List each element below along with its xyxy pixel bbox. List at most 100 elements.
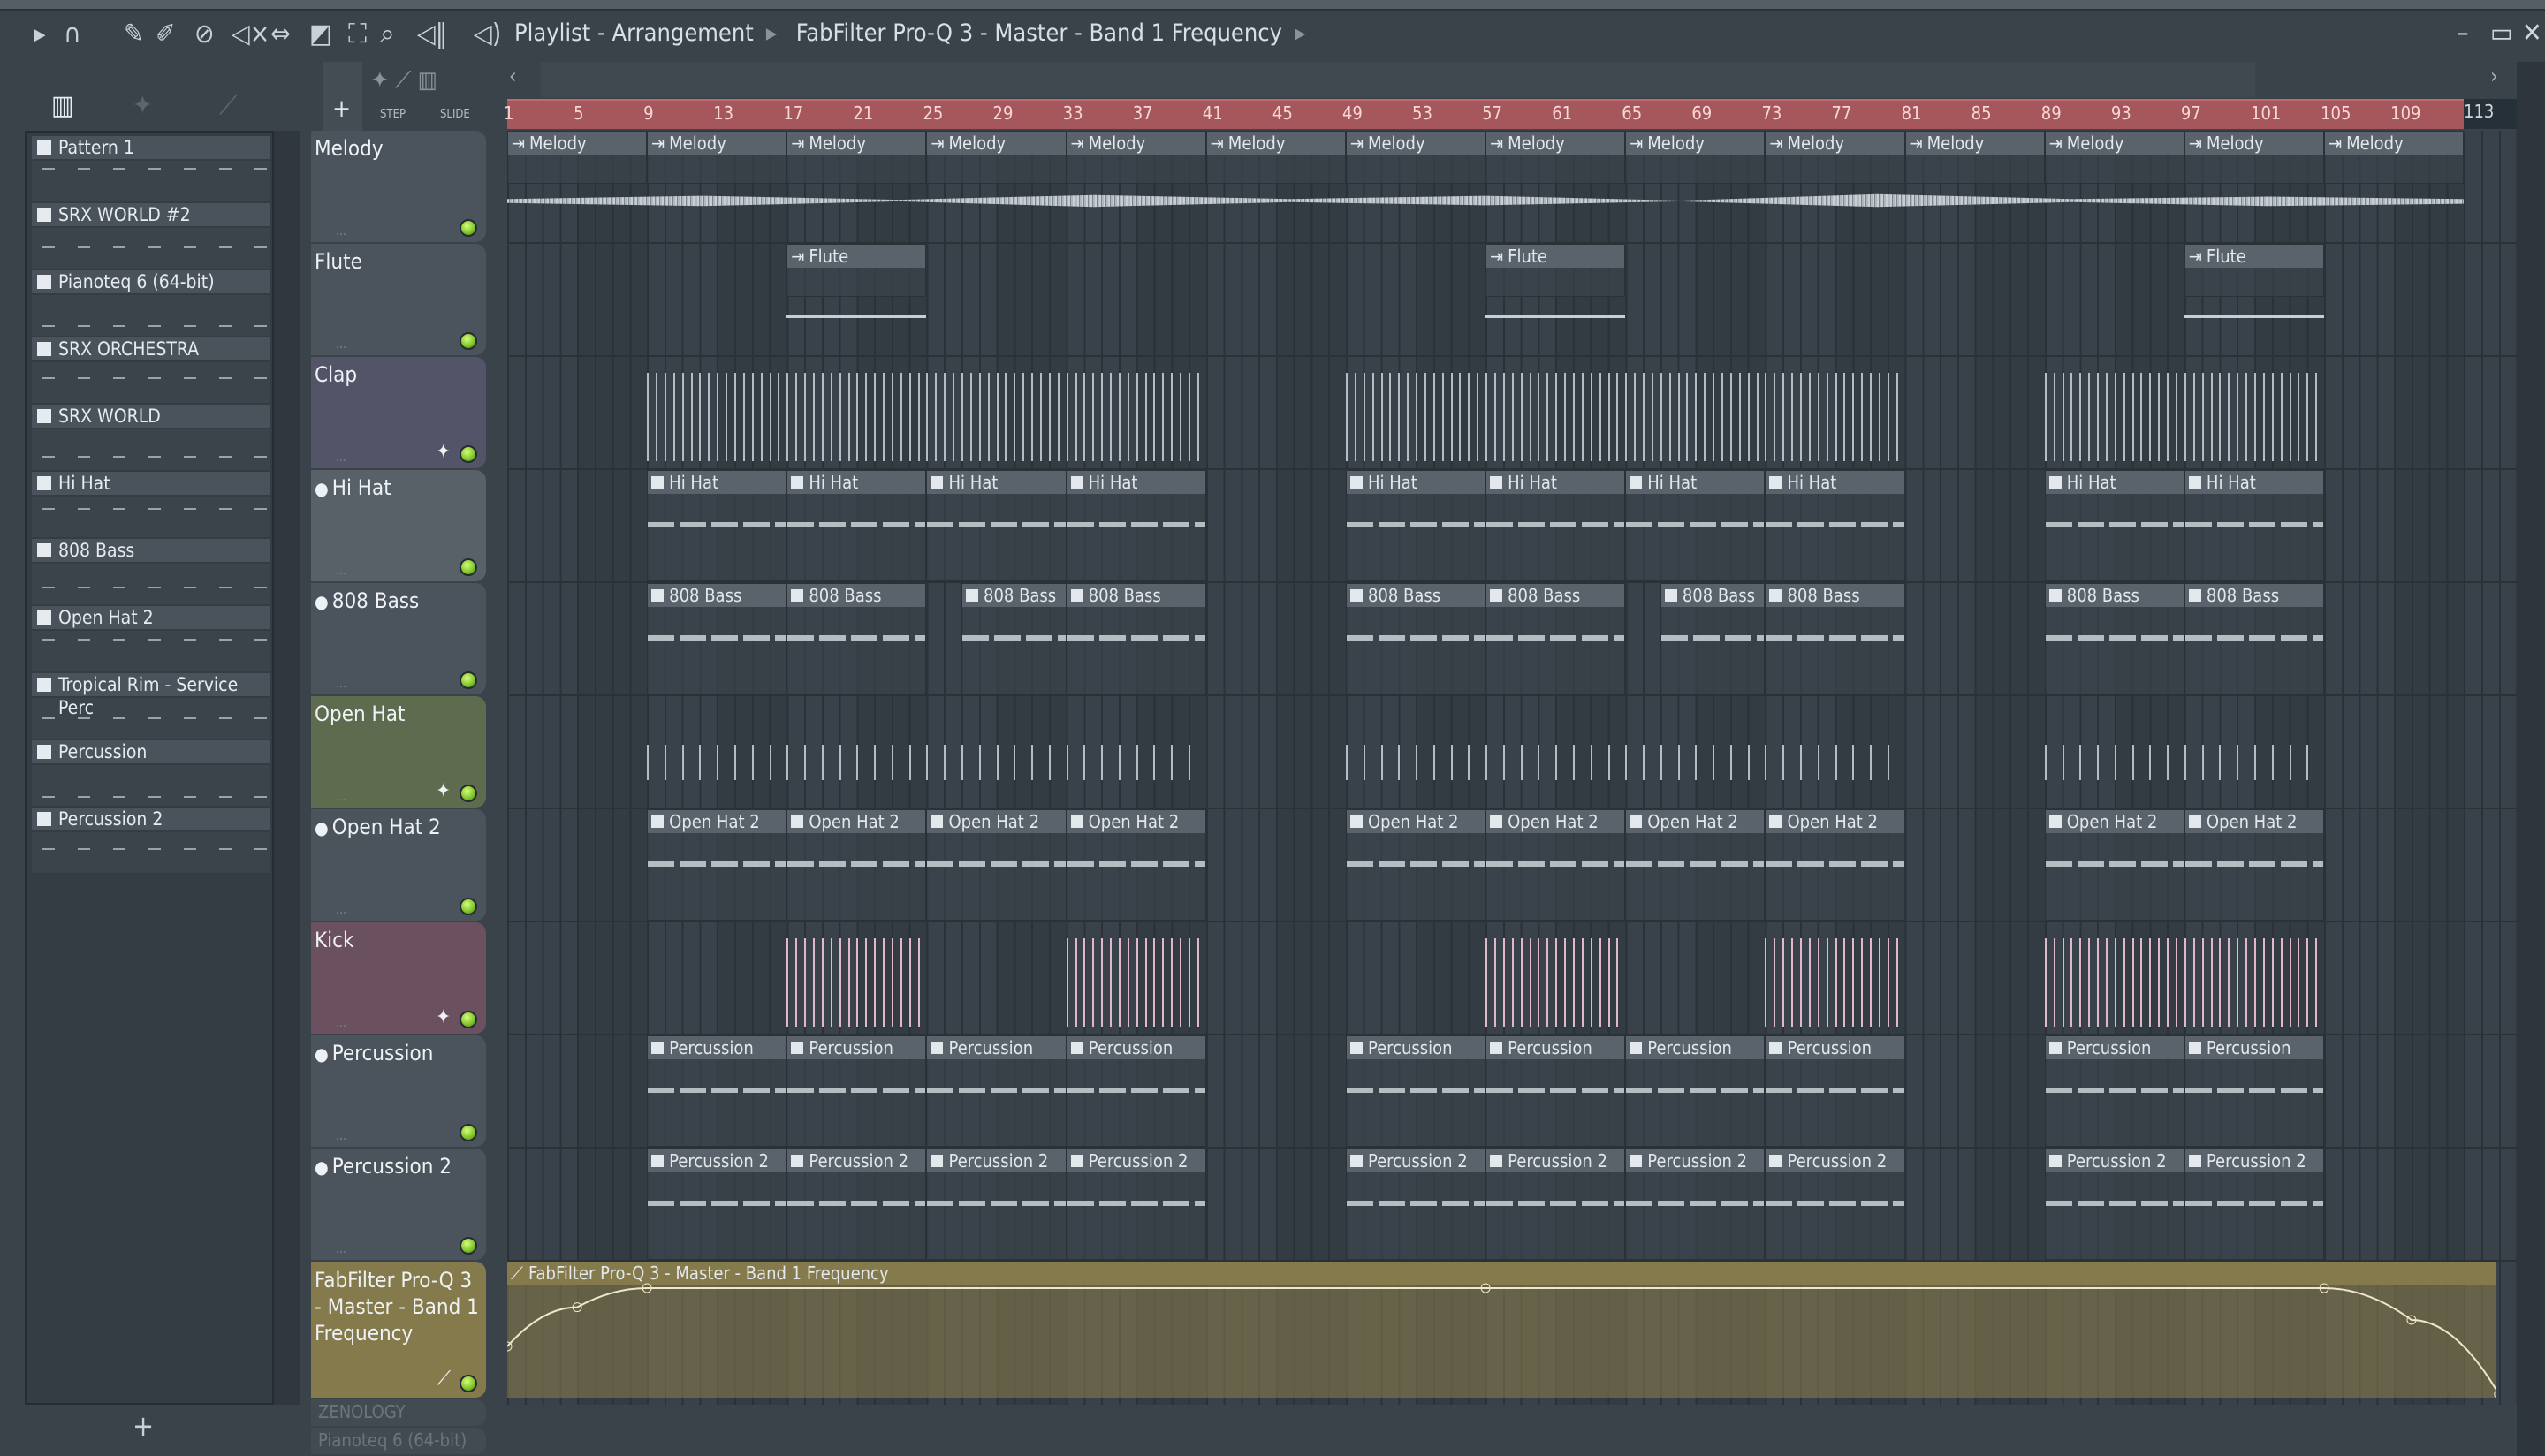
clip-header[interactable]: Open Hat 2 [1067,810,1205,833]
pattern-clip[interactable]: Open Hat 2 [786,809,927,921]
zoom-icon[interactable]: ⌕ [380,21,395,48]
select-icon[interactable]: ⛶ [348,21,367,48]
delete-icon[interactable]: ⊘ [194,21,215,48]
pattern-clip[interactable]: 808 Bass [1765,583,1905,694]
audio-clip[interactable]: ⇥ Melody [1765,131,1905,184]
track-enable-led[interactable] [460,898,477,915]
pattern-header[interactable]: SRX WORLD [32,405,270,428]
pattern-clip[interactable]: Percussion 2 [1345,1149,1486,1260]
close-button[interactable]: ✕ [2522,18,2542,49]
clip-header[interactable]: Open Hat 2 [927,810,1066,833]
clip-header[interactable]: 808 Bass [1660,584,1765,607]
pattern-clip[interactable]: 808 Bass [647,583,787,694]
clip-header[interactable]: Percussion 2 [1486,1149,1625,1172]
pattern-clip[interactable]: 808 Bass [1345,583,1486,694]
pattern-clip[interactable]: Hi Hat [1485,470,1626,581]
clip-header[interactable]: ⇥ Melody [927,132,1066,155]
track-enable-led[interactable] [460,445,477,463]
clip-header[interactable]: 808 Bass [962,584,1066,607]
track-enable-led[interactable] [460,1237,477,1255]
clip-header[interactable]: ⇥ Melody [648,132,786,155]
clip-header[interactable]: Open Hat 2 [1346,810,1485,833]
pattern-clip[interactable]: Percussion 2 [2044,1149,2184,1260]
breadcrumb-playlist[interactable]: Playlist - Arrangement [514,19,754,47]
audio-clip[interactable]: ⇥ Melody [647,131,787,184]
audio-clip[interactable]: ⇥ Melody [1066,131,1206,184]
pattern-item[interactable]: Pattern 1 [32,136,270,201]
pattern-clip[interactable]: Open Hat 2 [1066,809,1206,921]
clip-header[interactable]: ⇥ Melody [1346,132,1485,155]
clip-header[interactable]: ⇥ Melody [1766,132,1904,155]
clip-header[interactable]: Open Hat 2 [2045,810,2184,833]
track-grip[interactable]: ... [336,1129,346,1143]
pattern-clip[interactable]: 808 Bass [2184,583,2325,694]
pattern-clip[interactable]: Hi Hat [1345,470,1486,581]
pattern-header[interactable]: Tropical Rim - Service Perc [32,673,270,718]
pattern-clip[interactable]: Percussion 2 [1066,1149,1206,1260]
clip-header[interactable]: Percussion 2 [1346,1149,1485,1172]
pattern-clip[interactable]: Hi Hat [1625,470,1766,581]
track-header[interactable]: Open Hat... ✦ [311,696,486,808]
clip-header[interactable]: Hi Hat [1346,471,1485,494]
paint-icon[interactable]: ✐ [156,21,176,48]
clip-header[interactable]: ⇥ Flute [1486,245,1625,268]
audio-clip[interactable]: ⇥ Flute [1485,244,1626,297]
scroll-left-button[interactable]: ‹ [509,64,517,88]
clip-header[interactable]: 808 Bass [2184,584,2324,607]
maximize-button[interactable]: ▭ [2490,18,2513,49]
clip-header[interactable]: Hi Hat [648,471,786,494]
minimize-button[interactable]: – [2457,18,2469,49]
pattern-item[interactable]: SRX WORLD #2 [32,203,270,269]
clip-header[interactable]: 808 Bass [787,584,926,607]
clip-header[interactable]: Percussion 2 [1067,1149,1205,1172]
track-grip[interactable]: ... [336,903,346,917]
pattern-clip[interactable]: 808 Bass [1485,583,1626,694]
clip-header[interactable]: Percussion 2 [1766,1149,1904,1172]
track-header[interactable]: ● Open Hat 2... [311,809,486,921]
clip-header[interactable]: Hi Hat [787,471,926,494]
automation-point[interactable] [2494,1390,2496,1398]
audio-clip[interactable]: ⇥ Melody [1485,131,1626,184]
track-enable-led[interactable] [460,785,477,802]
clip-header[interactable]: Percussion 2 [2184,1149,2324,1172]
track-header[interactable]: ● 808 Bass... [311,583,486,694]
clip-header[interactable]: ⇥ Melody [1626,132,1765,155]
track-enable-led[interactable] [460,219,477,237]
piano-roll-icon[interactable]: ▥ [51,90,74,121]
pattern-clip[interactable]: Percussion 2 [926,1149,1067,1260]
pattern-clip[interactable]: Open Hat 2 [2184,809,2325,921]
pattern-clip[interactable]: 808 Bass [2044,583,2184,694]
clip-header[interactable]: Open Hat 2 [1486,810,1625,833]
pattern-clip[interactable]: Hi Hat [1066,470,1206,581]
clip-header[interactable]: ⇥ Melody [1067,132,1205,155]
track-header[interactable]: Flute... [311,244,486,355]
audio-clip[interactable]: ⇥ Melody [2044,131,2184,184]
audio-clip[interactable]: ⇥ Melody [1345,131,1486,184]
clip-header[interactable]: ⇥ Flute [2184,245,2324,268]
clip-header[interactable]: Hi Hat [1626,471,1765,494]
track-grip[interactable]: ... [336,451,346,465]
vertical-scrollbar[interactable] [2517,62,2545,1456]
automation-track-header[interactable]: FabFilter Pro-Q 3 - Master - Band 1 Freq… [311,1262,486,1398]
clip-header[interactable]: 808 Bass [2045,584,2184,607]
pattern-header[interactable]: SRX ORCHESTRA [32,337,270,360]
pattern-item[interactable]: Pianoteq 6 (64-bit) [32,270,270,336]
pattern-clip[interactable]: Open Hat 2 [1765,809,1905,921]
clip-header[interactable]: ⇥ Melody [2325,132,2464,155]
overview-scrollbar[interactable] [541,62,2255,97]
pattern-item[interactable]: SRX WORLD [32,405,270,470]
automation-curve[interactable] [507,1287,2496,1394]
pattern-clip[interactable]: Percussion [1765,1035,1905,1147]
clip-header[interactable]: 808 Bass [1766,584,1904,607]
playback-icon[interactable]: ◁‖ [417,21,447,48]
pattern-clip[interactable]: Percussion [647,1035,787,1147]
clip-header[interactable]: Open Hat 2 [1626,810,1765,833]
clip-header[interactable]: Hi Hat [1067,471,1205,494]
clip-header[interactable]: Hi Hat [1766,471,1904,494]
pattern-item[interactable]: Open Hat 2 [32,606,270,671]
clip-header[interactable]: ⇥ Flute [787,245,926,268]
track-grip[interactable]: ... [336,790,346,804]
audio-clip[interactable]: ⇥ Flute [2184,244,2325,297]
speaker-icon[interactable]: ◁) [474,21,501,48]
track-enable-led[interactable] [460,671,477,689]
